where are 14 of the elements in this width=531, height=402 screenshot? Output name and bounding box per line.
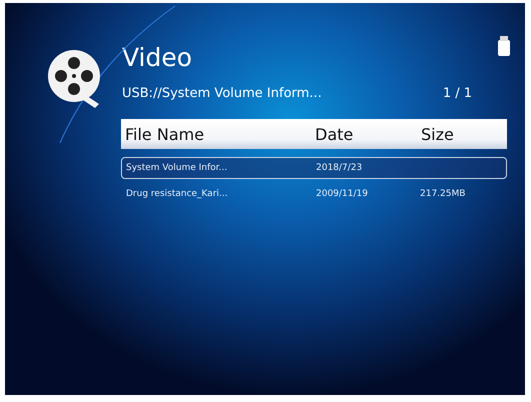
file-row[interactable]: Drug resistance_Kari... 2009/11/19 217.25MB: [121, 183, 507, 205]
column-header: Size: [421, 124, 455, 144]
folder-path: USB://System Volume Inform...: [122, 86, 322, 101]
column-header: Date: [315, 124, 354, 144]
file-date: 2018/7/23: [316, 163, 364, 173]
file-name: Drug resistance_Kari...: [126, 189, 229, 199]
file-size: 217.25MB: [420, 189, 466, 199]
page-title: Video: [122, 43, 194, 72]
usb-drive-icon: [498, 36, 510, 56]
file-date: 2009/11/19: [316, 189, 369, 199]
file-name: System Volume Infor...: [126, 163, 228, 173]
page-counter: 1 / 1: [442, 86, 472, 101]
file-row[interactable]: System Volume Infor... 2018/7/23: [121, 157, 507, 179]
column-header: File Name: [125, 124, 206, 144]
